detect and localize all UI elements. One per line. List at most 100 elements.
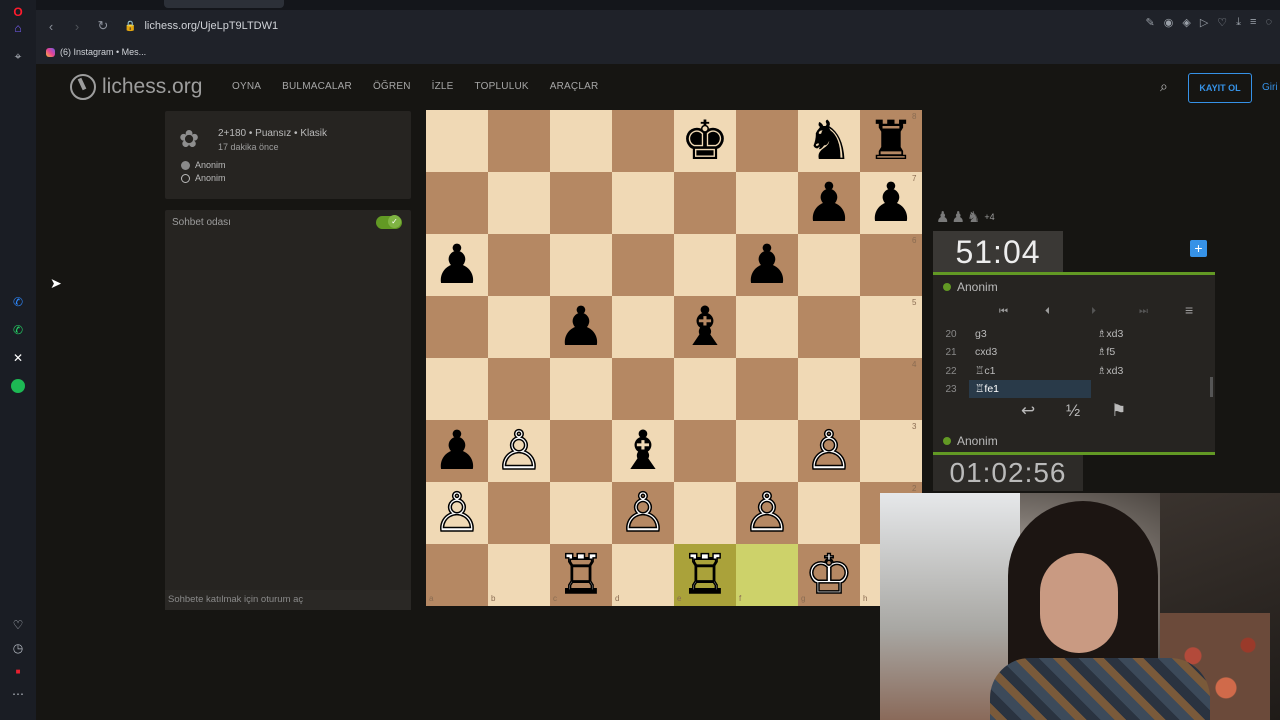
square-g5[interactable] xyxy=(798,296,860,358)
piece-d3[interactable]: ♝ xyxy=(619,424,667,478)
square-f8[interactable] xyxy=(736,110,798,172)
player-bottom[interactable]: Anonim xyxy=(933,429,1215,453)
square-d1[interactable] xyxy=(612,544,674,606)
square-f4[interactable] xyxy=(736,358,798,420)
site-logo[interactable]: lichess.org xyxy=(70,74,202,100)
player-black[interactable]: Anonim xyxy=(181,173,226,183)
square-e3[interactable] xyxy=(674,420,736,482)
square-c4[interactable] xyxy=(550,358,612,420)
menu-icon[interactable]: ≡ xyxy=(1250,16,1256,29)
square-b4[interactable] xyxy=(488,358,550,420)
square-c3[interactable] xyxy=(550,420,612,482)
piece-e8[interactable]: ♚ xyxy=(681,114,729,168)
x-icon[interactable]: ✕ xyxy=(8,348,28,368)
piece-g3[interactable]: ♙ xyxy=(804,423,854,479)
piece-c5[interactable]: ♟ xyxy=(557,300,605,354)
draw-offer-button[interactable]: ½ xyxy=(1066,401,1080,421)
square-d6[interactable] xyxy=(612,234,674,296)
browser-tab[interactable] xyxy=(164,0,284,8)
nav-puzzles[interactable]: BULMACALAR xyxy=(282,81,352,92)
piece-c1[interactable]: ♖ xyxy=(556,547,606,603)
square-c7[interactable] xyxy=(550,172,612,234)
square-c8[interactable] xyxy=(550,110,612,172)
nav-play[interactable]: OYNA xyxy=(232,81,261,92)
square-g6[interactable] xyxy=(798,234,860,296)
square-f1[interactable] xyxy=(736,544,798,606)
address-bar[interactable]: 🔒 lichess.org/UjeLpT9LTDW1 xyxy=(124,20,278,32)
signup-button[interactable]: KAYIT OL xyxy=(1188,73,1252,103)
player-white[interactable]: Anonim xyxy=(181,160,226,170)
nav-tools[interactable]: ARAÇLAR xyxy=(550,81,599,92)
square-e4[interactable] xyxy=(674,358,736,420)
square-f7[interactable] xyxy=(736,172,798,234)
spotify-icon[interactable] xyxy=(8,376,28,396)
square-b6[interactable] xyxy=(488,234,550,296)
square-f5[interactable] xyxy=(736,296,798,358)
piece-b3[interactable]: ♙ xyxy=(494,423,544,479)
reload-icon[interactable]: ↻ xyxy=(92,15,114,37)
move-black[interactable]: ♗xd3 xyxy=(1091,365,1211,377)
prev-move-icon[interactable]: ⏴ xyxy=(1045,306,1050,317)
square-a1[interactable] xyxy=(426,544,488,606)
square-a4[interactable] xyxy=(426,358,488,420)
square-f2[interactable]: ♙ xyxy=(736,482,798,544)
square-c5[interactable]: ♟ xyxy=(550,296,612,358)
chat-toggle[interactable] xyxy=(376,215,402,229)
piece-a6[interactable]: ♟ xyxy=(433,238,481,292)
extension-icon[interactable]: ■ xyxy=(8,661,28,681)
square-d2[interactable]: ♙ xyxy=(612,482,674,544)
square-f3[interactable] xyxy=(736,420,798,482)
camera-icon[interactable]: ◉ xyxy=(1164,16,1174,29)
square-e8[interactable]: ♚ xyxy=(674,110,736,172)
piece-d2[interactable]: ♙ xyxy=(618,485,668,541)
chat-input[interactable]: Sohbete katılmak için oturum aç xyxy=(165,590,411,610)
square-g4[interactable] xyxy=(798,358,860,420)
square-d5[interactable] xyxy=(612,296,674,358)
square-a7[interactable] xyxy=(426,172,488,234)
edit-icon[interactable]: ✎ xyxy=(1146,16,1155,29)
download-icon[interactable]: ⤓ xyxy=(1236,16,1241,29)
first-move-icon[interactable]: ⏮ xyxy=(999,306,1008,317)
square-b2[interactable] xyxy=(488,482,550,544)
square-c6[interactable] xyxy=(550,234,612,296)
square-g2[interactable] xyxy=(798,482,860,544)
piece-h7[interactable]: ♟ xyxy=(867,176,915,230)
move-black[interactable]: ♗xd3 xyxy=(1091,328,1211,340)
piece-g7[interactable]: ♟ xyxy=(805,176,853,230)
play-icon[interactable]: ▷ xyxy=(1200,16,1208,29)
square-d4[interactable] xyxy=(612,358,674,420)
piece-a2[interactable]: ♙ xyxy=(432,485,482,541)
chess-board[interactable]: ♚♞♜♟♟♟♟♟♝♟♙♝♙♙♙♙♖♖♔abcdefgh87654321 xyxy=(426,110,923,606)
piece-g1[interactable]: ♔ xyxy=(804,547,854,603)
square-e6[interactable] xyxy=(674,234,736,296)
square-g3[interactable]: ♙ xyxy=(798,420,860,482)
square-e7[interactable] xyxy=(674,172,736,234)
move-white[interactable]: g3 xyxy=(969,325,1091,343)
search-icon[interactable]: ⌕ xyxy=(1160,78,1168,95)
square-f6[interactable]: ♟ xyxy=(736,234,798,296)
square-e5[interactable]: ♝ xyxy=(674,296,736,358)
square-b5[interactable] xyxy=(488,296,550,358)
piece-g8[interactable]: ♞ xyxy=(805,114,853,168)
square-e1[interactable]: ♖ xyxy=(674,544,736,606)
whatsapp-icon[interactable]: ✆ xyxy=(8,320,28,340)
square-a5[interactable] xyxy=(426,296,488,358)
square-d3[interactable]: ♝ xyxy=(612,420,674,482)
square-d8[interactable] xyxy=(612,110,674,172)
nav-watch[interactable]: İZLE xyxy=(432,81,454,92)
forward-icon[interactable]: › xyxy=(66,15,88,37)
move-white[interactable]: ♖c1 xyxy=(969,362,1091,380)
square-g8[interactable]: ♞ xyxy=(798,110,860,172)
piece-f6[interactable]: ♟ xyxy=(743,238,791,292)
square-a3[interactable]: ♟ xyxy=(426,420,488,482)
square-b7[interactable] xyxy=(488,172,550,234)
signin-link[interactable]: Giri xyxy=(1262,82,1278,93)
move-black[interactable]: ♗f5 xyxy=(1091,346,1211,358)
heart-icon[interactable]: ♡ xyxy=(1217,16,1227,29)
menu-icon[interactable]: ≡ xyxy=(1185,302,1193,318)
messenger-icon[interactable]: ✆ xyxy=(8,292,28,312)
bookmark-instagram[interactable]: (6) Instagram • Mes... xyxy=(46,47,146,57)
square-e2[interactable] xyxy=(674,482,736,544)
square-a6[interactable]: ♟ xyxy=(426,234,488,296)
piece-e5[interactable]: ♝ xyxy=(681,300,729,354)
